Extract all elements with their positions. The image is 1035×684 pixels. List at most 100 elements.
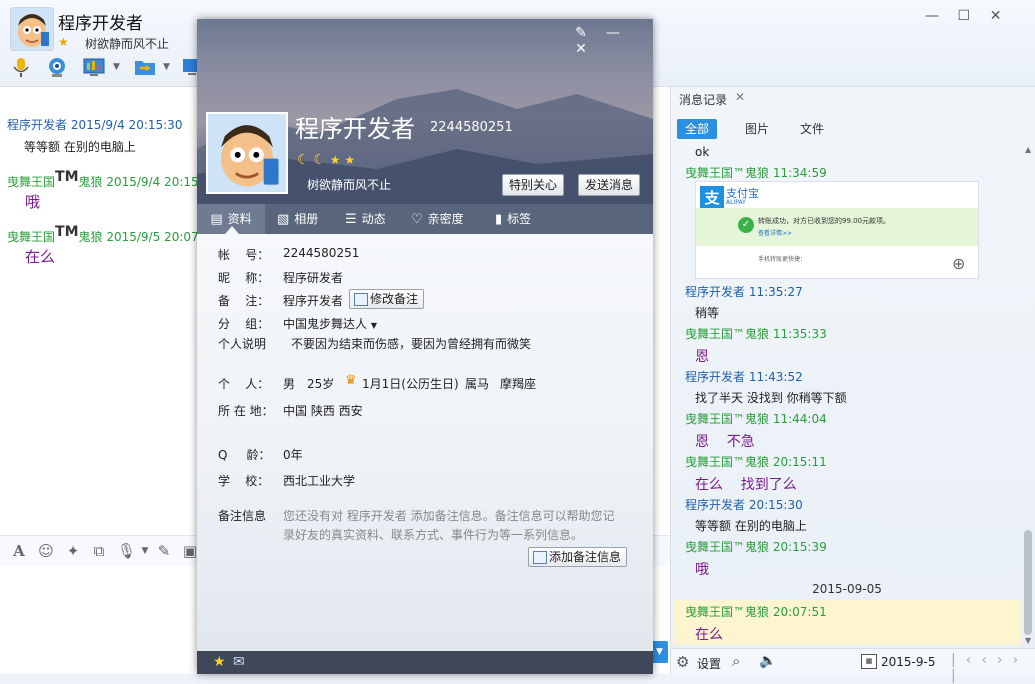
filter-all-button[interactable]: 全部	[677, 119, 718, 139]
field-birthday: 1月1日(公历生日)	[362, 377, 459, 391]
file-transfer-icon[interactable]	[134, 56, 156, 78]
history-message-header: 曳舞王国™鬼狼 11:44:04	[685, 412, 827, 426]
field-age: 25岁	[307, 377, 335, 391]
scroll-down-icon[interactable]: ▼	[1025, 636, 1031, 645]
photo-icon: ▧	[277, 212, 290, 227]
history-message-header: 程序开发者 20:15:30	[685, 498, 803, 512]
message-sender[interactable]: 鬼狼	[79, 175, 103, 189]
contact-name[interactable]: 程序开发者	[58, 9, 143, 34]
maximize-button[interactable]: ☐	[950, 8, 978, 24]
message-text: 哦	[25, 193, 41, 211]
settings-label[interactable]: 设置	[697, 655, 721, 672]
chevron-down-icon[interactable]: ▼	[113, 62, 120, 72]
history-list[interactable]: ok 曳舞王国™鬼狼 11:34:59 支 支付宝 ALIPAY ✓ 转账成功，…	[671, 145, 1023, 645]
tm-mark: TM	[55, 224, 79, 240]
calendar-icon[interactable]: ▦	[861, 654, 877, 669]
tab-album[interactable]: ▧ 相册	[277, 204, 318, 234]
profile-banner: ✎ — ✕ 程序开发者 2244580251 ☾ ☾ ★ ★ 树欲静而风不止 特…	[197, 19, 653, 204]
edit-icon[interactable]: ✎	[155, 542, 173, 560]
speaker-icon[interactable]: 🔈	[759, 653, 776, 669]
edit-icon	[533, 551, 547, 564]
history-message-header: 曳舞王国™鬼狼 11:35:33	[685, 327, 827, 341]
chevron-down-icon: ▼	[370, 321, 377, 330]
chevron-down-icon[interactable]: ▼	[136, 542, 154, 560]
chevron-down-icon[interactable]: ▼	[163, 62, 170, 72]
alipay-logo-icon: 支	[700, 186, 724, 210]
field-label: 个人说明	[218, 337, 267, 351]
field-label: 个 人：	[218, 377, 270, 391]
id-card-icon: ▤	[210, 212, 223, 227]
profile-bottom-bar: ★ ✉	[197, 651, 653, 674]
gear-icon[interactable]: ⚙	[676, 653, 689, 671]
message-header: 程序开发者 2015/9/4 20:15:30	[7, 116, 182, 133]
skin-brush-icon[interactable]: ✎	[567, 25, 595, 41]
close-icon[interactable]: ✕	[735, 90, 745, 104]
group-select[interactable]: 中国鬼步舞达人 ▼	[283, 315, 377, 332]
message-sender[interactable]: 曳舞王国	[7, 230, 55, 244]
screen-share-icon[interactable]	[83, 56, 105, 78]
field-label: 帐 号：	[218, 248, 270, 262]
search-icon[interactable]: ⌕	[732, 652, 740, 670]
history-message-text: ok	[695, 145, 710, 159]
star-icon[interactable]: ★	[213, 654, 226, 670]
history-message-header: 程序开发者 11:35:27	[685, 285, 803, 299]
profile-window-controls: ✎ — ✕	[567, 25, 653, 57]
history-message-header: 曳舞王国™鬼狼 20:07:51	[685, 605, 827, 619]
minimize-button[interactable]: —	[918, 8, 946, 24]
message-sender[interactable]: 鬼狼	[79, 230, 103, 244]
close-button[interactable]: ✕	[982, 8, 1010, 24]
alipay-brand-en: ALIPAY	[726, 199, 746, 206]
field-location: 中国 陕西 西安	[283, 404, 363, 418]
magic-wand-icon[interactable]: ✦	[64, 542, 82, 560]
contact-avatar[interactable]	[10, 7, 54, 51]
note-info-line: 您还没有对 程序开发者 添加备注信息。备注信息可以帮助您记	[283, 509, 615, 523]
profile-avatar[interactable]	[206, 112, 288, 194]
special-care-button[interactable]: 特别关心	[502, 174, 565, 196]
edit-icon	[354, 293, 368, 306]
microphone-icon[interactable]	[10, 56, 32, 78]
voice-message-icon[interactable]: 🎙	[117, 542, 136, 560]
scrollbar-thumb[interactable]	[1024, 530, 1032, 635]
page-nav[interactable]: |‹‹›› |	[951, 652, 1035, 684]
tab-intimacy[interactable]: ♡ 亲密度	[411, 204, 464, 234]
field-account: 2244580251	[283, 246, 360, 260]
alipay-success-text: 转账成功，对方已收到您的99.00元款项。	[758, 217, 891, 225]
tab-feed[interactable]: ☰ 动态	[345, 204, 386, 234]
qq-level[interactable]: ☾ ☾ ★ ★	[297, 152, 355, 168]
font-icon[interactable]: A	[10, 542, 28, 560]
message-sender[interactable]: 曳舞王国	[7, 175, 55, 189]
history-date[interactable]: 2015-9-5	[881, 655, 935, 669]
minimize-button[interactable]: —	[599, 25, 627, 41]
message-sender[interactable]: 程序开发者	[7, 118, 67, 132]
scroll-up-icon[interactable]: ▲	[1025, 145, 1031, 154]
highlighted-message[interactable]: 曳舞王国™鬼狼 20:07:51 在么	[673, 600, 1021, 645]
field-qage: 0年	[283, 448, 303, 462]
mail-icon[interactable]: ✉	[233, 654, 245, 670]
history-tab[interactable]: 消息记录	[679, 91, 727, 108]
filter-files-button[interactable]: 文件	[792, 119, 832, 139]
history-message-text: 找了半天 没找到 你稍等下额	[695, 391, 847, 405]
message-text: 等等额 在别的电脑上	[24, 140, 136, 154]
history-scrollbar[interactable]: ▲ ▼	[1023, 145, 1033, 645]
zoom-icon[interactable]: ⊕	[952, 254, 965, 273]
tab-tags[interactable]: ▮ 标签	[495, 204, 531, 234]
history-message-text: 稍等	[695, 306, 720, 320]
send-dropdown-button[interactable]: ▼	[651, 641, 668, 663]
filter-images-button[interactable]: 图片	[737, 119, 777, 139]
video-camera-icon[interactable]	[46, 56, 68, 78]
add-note-button[interactable]: 添加备注信息	[528, 547, 628, 567]
close-button[interactable]: ✕	[567, 41, 595, 57]
heart-icon: ♡	[411, 212, 423, 227]
date-divider: 2015-09-05	[812, 582, 882, 596]
screenshot-icon[interactable]: ⧉	[90, 542, 108, 560]
profile-signature: 树欲静而风不止	[307, 178, 392, 192]
emoji-icon[interactable]: ☺	[37, 542, 55, 560]
field-school: 西北工业大学	[283, 474, 356, 488]
edit-remark-button[interactable]: 修改备注	[349, 289, 425, 309]
send-message-button[interactable]: 发送消息	[578, 174, 641, 196]
history-panel: 消息记录 ✕ 全部 图片 文件 ok 曳舞王国™鬼狼 11:34:59 支 支付…	[670, 87, 1035, 684]
history-message-text: 恩	[695, 349, 709, 365]
history-message-text: 等等额 在别的电脑上	[695, 519, 807, 533]
alipay-screenshot[interactable]: 支 支付宝 ALIPAY ✓ 转账成功，对方已收到您的99.00元款项。 查看详…	[695, 181, 979, 279]
profile-name: 程序开发者	[295, 115, 415, 143]
